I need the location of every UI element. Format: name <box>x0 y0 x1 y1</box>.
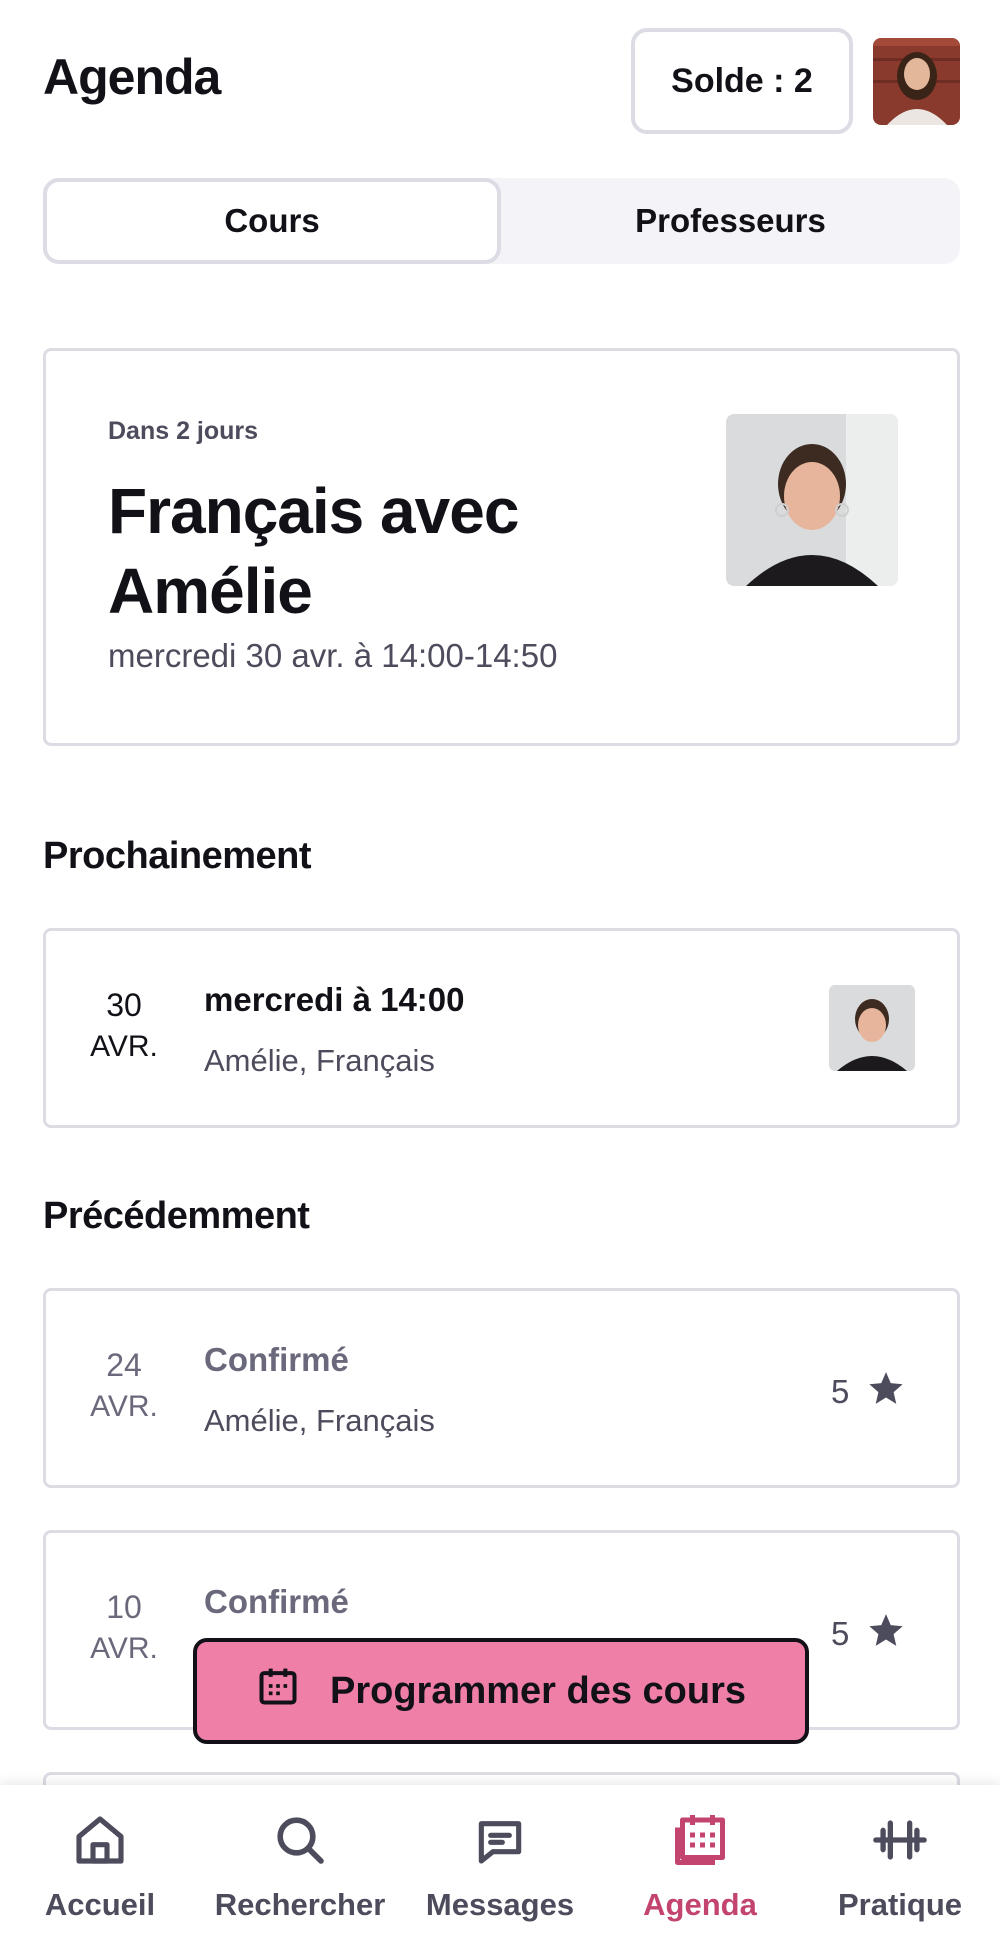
lesson-date-month: AVR. <box>90 1632 158 1665</box>
nav-pratique[interactable]: Pratique <box>800 1807 1000 1923</box>
upcoming-section-title: Prochainement <box>43 835 312 877</box>
past-section-title: Précédemment <box>43 1195 310 1237</box>
nav-agenda[interactable]: Agenda <box>600 1807 800 1923</box>
tab-professeurs[interactable]: Professeurs <box>501 178 960 264</box>
user-avatar[interactable] <box>873 38 960 125</box>
rating-value: 5 <box>831 1373 850 1410</box>
schedule-lessons-label: Programmer des cours <box>329 1669 747 1712</box>
calendar-icon <box>256 1664 300 1718</box>
lesson-date-month: AVR. <box>90 1390 158 1423</box>
lesson-time: mercredi à 14:00 <box>204 981 465 1018</box>
lesson-rating: 5 <box>831 1369 905 1415</box>
next-lesson-card[interactable]: Dans 2 jours Français avec Amélie mercre… <box>43 348 960 746</box>
tab-cours[interactable]: Cours <box>43 178 501 264</box>
next-lesson-datetime: mercredi 30 avr. à 14:00-14:50 <box>108 637 558 674</box>
teacher-thumbnail <box>829 985 915 1071</box>
nav-label: Agenda <box>643 1887 757 1922</box>
teacher-photo <box>726 414 898 586</box>
bottom-navigation: Accueil Rechercher Messages Agenda Prati… <box>0 1785 1000 1955</box>
nav-label: Pratique <box>837 1887 963 1922</box>
star-icon <box>867 1611 905 1657</box>
nav-label: Rechercher <box>214 1887 386 1922</box>
lesson-details: Amélie, Français <box>204 1403 435 1438</box>
calendar-icon <box>600 1807 800 1873</box>
lesson-rating: 5 <box>831 1611 905 1657</box>
segment-tabs: Cours Professeurs <box>43 178 960 264</box>
rating-value: 5 <box>831 1615 850 1652</box>
lesson-date-day: 30 <box>106 987 142 1023</box>
search-icon <box>200 1807 400 1873</box>
nav-messages[interactable]: Messages <box>400 1807 600 1923</box>
nav-rechercher[interactable]: Rechercher <box>200 1807 400 1923</box>
lesson-date-day: 24 <box>106 1347 142 1383</box>
nav-accueil[interactable]: Accueil <box>0 1807 200 1923</box>
past-lesson-row[interactable]: 24 AVR. Confirmé Amélie, Français 5 <box>43 1288 960 1488</box>
header: Agenda Solde : 2 <box>43 28 960 134</box>
lesson-date: 10 AVR. <box>66 1587 182 1671</box>
nav-label: Accueil <box>44 1887 156 1922</box>
lesson-details: Amélie, Français <box>204 1043 435 1078</box>
page-title: Agenda <box>43 49 221 105</box>
message-icon <box>400 1807 600 1873</box>
nav-label: Messages <box>425 1887 575 1922</box>
lesson-status: Confirmé <box>204 1341 349 1378</box>
next-lesson-relative-time: Dans 2 jours <box>108 417 259 445</box>
lesson-date-month: AVR. <box>90 1030 158 1063</box>
lesson-date-day: 10 <box>106 1589 142 1625</box>
lesson-status: Confirmé <box>204 1583 349 1620</box>
next-lesson-title: Français avec Amélie <box>108 475 519 627</box>
home-icon <box>0 1807 200 1873</box>
star-icon <box>867 1369 905 1415</box>
balance-button[interactable]: Solde : 2 <box>631 28 853 134</box>
dumbbell-icon <box>800 1807 1000 1873</box>
lesson-date: 24 AVR. <box>66 1345 182 1429</box>
schedule-lessons-button[interactable]: Programmer des cours <box>193 1638 809 1744</box>
lesson-date: 30 AVR. <box>66 985 182 1069</box>
upcoming-lesson-row[interactable]: 30 AVR. mercredi à 14:00 Amélie, Françai… <box>43 928 960 1128</box>
